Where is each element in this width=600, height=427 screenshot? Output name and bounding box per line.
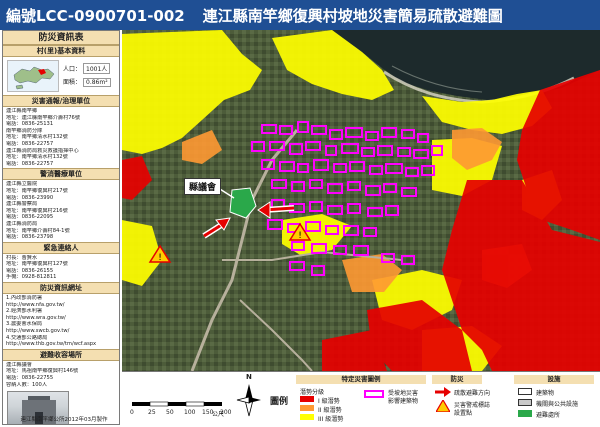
- panel-line: 地址：南竿鄉清水村132號: [6, 134, 68, 141]
- area-value: 0.86m²: [83, 78, 111, 87]
- population-row: 人口： 1001人: [63, 63, 111, 74]
- prevention-legend-heading: 防災: [432, 375, 482, 384]
- panel-line: 4.交通部公路總局: [6, 334, 48, 341]
- legend-title: 圖例: [270, 397, 289, 407]
- panel-line: 地址：南竿鄉介壽村84-1號: [6, 227, 70, 234]
- shelter-heading: 避難收容場所: [3, 348, 119, 361]
- shelter-label: 避難處所: [536, 412, 561, 419]
- affected-building-label-line2: 影響建築物: [388, 398, 419, 405]
- panel-line: 連江縣立醫院: [6, 181, 38, 188]
- panel-line: 手機：0928-812811: [6, 274, 57, 281]
- public-facility-label: 機關與公共設施: [536, 401, 579, 408]
- shelter-swatch: [518, 410, 532, 417]
- panel-line: 地址：南竿鄉清水村132號: [6, 154, 68, 161]
- potential-level-header: 潛勢分級: [300, 389, 325, 396]
- scale-unit: 公尺: [212, 411, 225, 418]
- panel-line: 電話：0836-22755: [6, 375, 54, 381]
- panel-line: 1.內政部消防署: [6, 295, 43, 302]
- map-code: 編號LCC-0900701-002: [6, 6, 185, 25]
- panel-line: 電話：0836-23990: [6, 194, 54, 201]
- emergency-contact-heading: 緊急連絡人: [3, 241, 119, 254]
- police-medical-list: 連江縣立醫院 地址：南竿鄉復興村217號 電話：0836-23990 連江縣警察局 地址…: [3, 180, 119, 241]
- panel-line: 電話：0836-25131: [6, 121, 54, 128]
- panel-line: 連江縣消防局: [6, 220, 38, 227]
- level-1-label: I 級潛勢: [318, 398, 340, 405]
- north-arrow-icon: [236, 384, 261, 417]
- warning-sign-label-line2: 設置點: [454, 410, 473, 417]
- panel-line: 地址：南竿鄉復興村216號: [6, 207, 68, 214]
- title-bar: 編號LCC-0900701-002 連江縣南竿鄉復興村坡地災害簡易疏散避難圖: [0, 0, 600, 30]
- council-label: 縣議會: [184, 178, 222, 195]
- basic-data-heading: 村(里)基本資料: [3, 45, 119, 57]
- evacuation-route-label: 疏散避難方向: [454, 390, 491, 397]
- panel-line: 連江縣消防局救災救護指揮中心: [6, 147, 79, 154]
- level-2-label: II 級潛勢: [318, 407, 342, 414]
- north-label: N: [246, 373, 252, 381]
- svg-text:!: !: [158, 253, 162, 263]
- panel-line: 地址：南竿鄉復興村217號: [6, 187, 68, 194]
- scale-tick-label: 0: [130, 409, 134, 416]
- emergency-contact-list: 村長：曹賢水 地址：南竿鄉復興村127號 電話：0836-26155 手機：0928-…: [3, 254, 119, 282]
- location-inset-map: [7, 60, 59, 92]
- level-3-label: III 級潛勢: [318, 416, 344, 423]
- reporting-units-list: 連江縣南竿鄉 地址：連江縣南竿鄉介壽村76號 電話：0836-25131 南竿鄉消防分…: [3, 107, 119, 168]
- warning-sign-icon: [436, 400, 450, 412]
- scale-tick-label: 25: [148, 409, 156, 416]
- info-websites-heading: 防災資訊網址: [3, 282, 119, 295]
- basic-data-section: 人口： 1001人 面積： 0.86m²: [3, 57, 119, 95]
- reporting-units-heading: 災害通報/治理單位: [3, 95, 119, 107]
- panel-title: 防災資訊表: [3, 31, 119, 45]
- panel-line: 3.農委會水保局: [6, 321, 43, 328]
- panel-line: http://www.nfa.gov.tw/: [6, 301, 65, 308]
- panel-line: 地址：馬祖南竿鄉復興村146號: [6, 368, 79, 375]
- scale-tick-label: 100: [184, 409, 196, 416]
- panel-line: 2.經濟部水利署: [6, 308, 43, 315]
- map-legend: 0 25 50 100 150 200 公尺 N 圖例 特定災害圖例 潛勢分級 I 級潛勢…: [122, 371, 600, 427]
- panel-line: 連江縣議會: [6, 361, 32, 368]
- public-facility-swatch: [518, 399, 532, 406]
- shelter-list: 連江縣議會 地址：馬祖南竿鄉復興村146號 電話：0836-22755 容納人數：10…: [3, 361, 119, 389]
- level-3-swatch: [300, 414, 314, 420]
- info-websites-list: 1.內政部消防署 http://www.nfa.gov.tw/2.經濟部水利署 …: [3, 294, 119, 349]
- level-1-swatch: [300, 396, 314, 402]
- map-credit: 連江縣南竿鄉公所2012年03月製作: [20, 417, 108, 423]
- level-2-swatch: [300, 405, 314, 411]
- hazard-map[interactable]: ! ! 縣議會: [122, 30, 600, 371]
- panel-line: 地址：連江縣南竿鄉介壽村76號: [6, 114, 81, 121]
- panel-line: 南竿鄉消防分隊: [6, 127, 43, 134]
- affected-building-swatch: [364, 390, 384, 398]
- panel-line: 電話：0836-23798: [6, 234, 54, 241]
- area-row: 面積： 0.86m²: [63, 77, 111, 87]
- population-label: 人口：: [63, 66, 82, 73]
- population-value: 1001人: [83, 63, 111, 74]
- disaster-info-panel: 防災資訊表 村(里)基本資料 人口： 1001人 面積： 0.86m² 災害通報/治…: [2, 30, 120, 425]
- panel-line: 連江縣警察局: [6, 201, 38, 208]
- panel-line: 電話：0836-22095: [6, 214, 54, 221]
- panel-line: http://www.wra.gov.tw/: [6, 314, 66, 321]
- building-swatch: [518, 388, 532, 395]
- evacuation-arrow-icon: [435, 387, 451, 397]
- panel-line: 地址：南竿鄉復興村127號: [6, 261, 68, 268]
- facility-legend-heading: 設施: [514, 375, 594, 384]
- map-title: 連江縣南竿鄉復興村坡地災害簡易疏散避難圖: [202, 6, 503, 25]
- panel-line: 電話：0836-22757: [6, 140, 54, 147]
- building-label: 建築物: [536, 390, 555, 397]
- area-label: 面積：: [63, 79, 82, 86]
- scale-tick-label: 50: [166, 409, 174, 416]
- hazard-legend-heading: 特定災害圖例: [296, 375, 426, 384]
- panel-line: 村長：曹賢水: [6, 254, 38, 261]
- panel-line: 容納人數：100人: [6, 381, 48, 388]
- panel-line: 連江縣南竿鄉: [6, 108, 38, 114]
- panel-line: 電話：0836-22757: [6, 160, 54, 167]
- police-medical-heading: 警消醫療單位: [3, 168, 119, 181]
- panel-line: http://www.thb.gov.tw/tm/wcf.aspx: [6, 341, 97, 348]
- panel-line: http://www.swcb.gov.tw/: [6, 328, 70, 335]
- panel-line: 電話：0836-26155: [6, 267, 54, 274]
- svg-text:!: !: [298, 231, 302, 241]
